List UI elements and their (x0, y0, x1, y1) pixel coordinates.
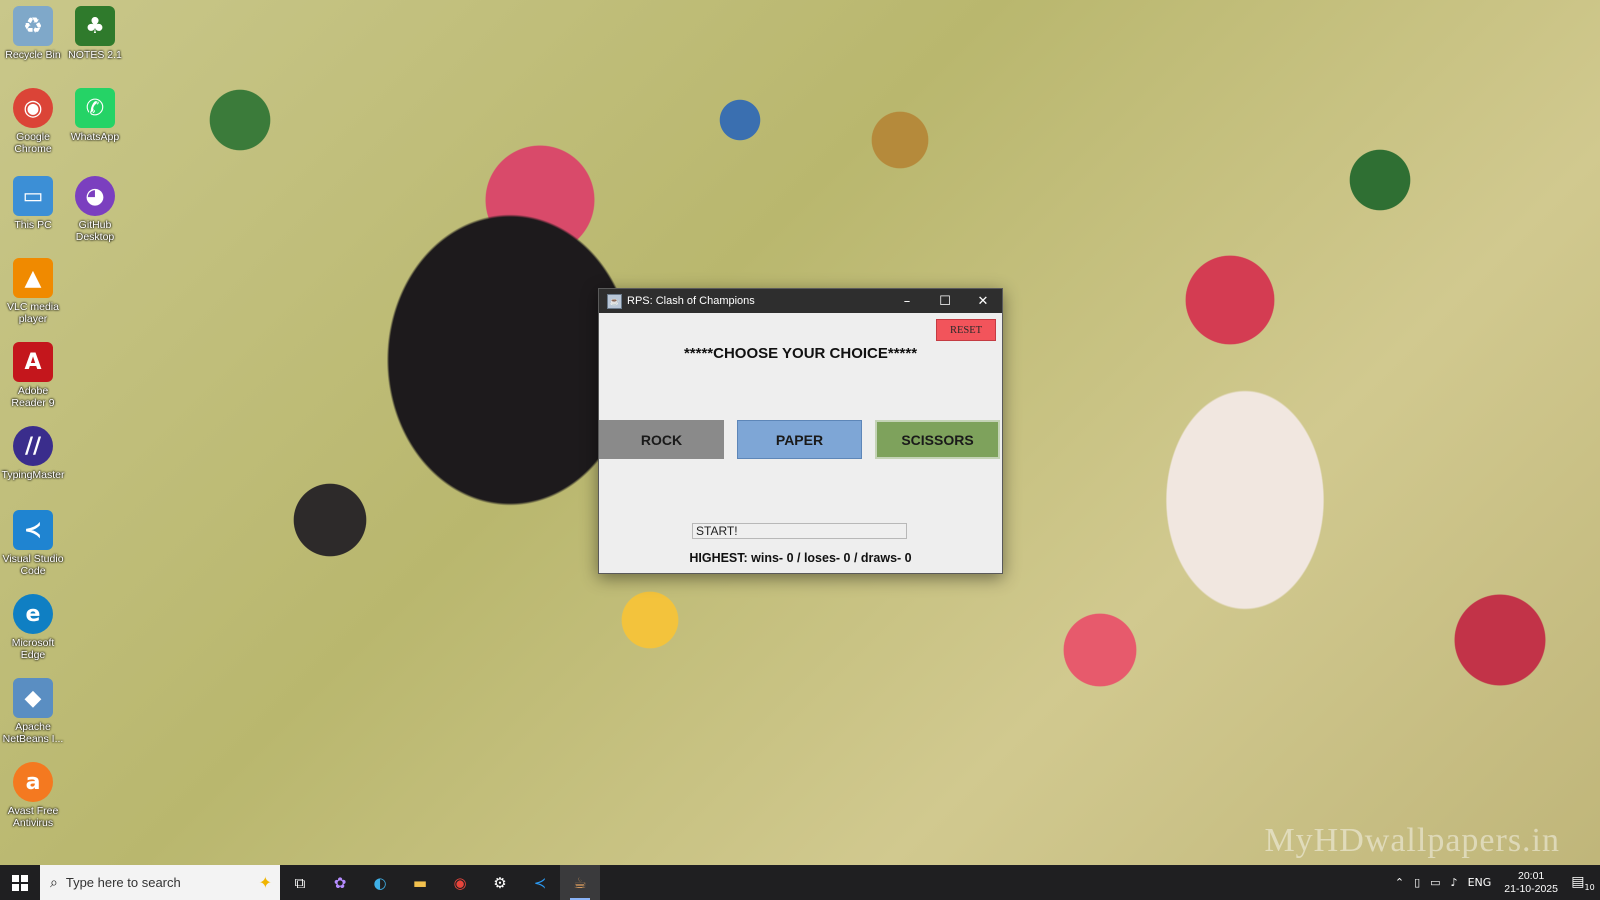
start-button[interactable] (0, 865, 40, 900)
status-field: START! (692, 523, 907, 539)
typingmaster-icon: // (13, 426, 53, 466)
task-view-icon[interactable]: ⧉ (280, 865, 320, 900)
minimize-button[interactable]: – (888, 289, 926, 313)
desktop-icon-label: WhatsApp (70, 131, 120, 143)
vlc-icon: ▲ (13, 258, 53, 298)
desktop-icon-label: VLC media player (7, 301, 59, 325)
network-icon[interactable]: ▭ (1425, 876, 1445, 889)
desktop-icon-label: GitHub Desktop (75, 219, 115, 243)
windows-logo-icon (12, 874, 28, 891)
edge-icon: e (13, 594, 53, 634)
vscode-icon: ≺ (13, 510, 53, 550)
volume-icon[interactable]: ♪ (1446, 876, 1463, 889)
chevron-up-icon[interactable]: ⌃ (1390, 876, 1409, 889)
language-indicator[interactable]: ENG (1463, 876, 1497, 889)
clock[interactable]: 20:01 21-10-2025 (1496, 870, 1566, 896)
search-placeholder: Type here to search (65, 875, 181, 890)
tree-icon: ♣ (75, 6, 115, 46)
desktop-icon-typingmaster[interactable]: // TypingMaster (0, 426, 66, 481)
java-app-icon[interactable]: ☕ (560, 865, 600, 900)
desktop-icon-label: Avast Free Antivirus (7, 805, 59, 829)
avast-icon: a (13, 762, 53, 802)
close-button[interactable]: ✕ (964, 289, 1002, 313)
desktop-icon-label: Apache NetBeans I... (2, 721, 64, 745)
choose-heading: *****CHOOSE YOUR CHOICE***** (683, 345, 918, 362)
reset-button[interactable]: RESET (936, 319, 996, 341)
computer-icon: ▭ (13, 176, 53, 216)
desktop-icon-vlc[interactable]: ▲ VLC media player (0, 258, 66, 325)
device-icon[interactable]: ▯ (1409, 876, 1425, 889)
netbeans-icon: ◆ (13, 678, 53, 718)
desktop-icon-label: TypingMaster (1, 469, 65, 481)
desktop-icon-label: Visual Studio Code (2, 553, 64, 577)
desktop-icon-avast[interactable]: a Avast Free Antivirus (0, 762, 66, 829)
whatsapp-icon: ✆ (75, 88, 115, 128)
recycle-bin-icon: ♻ (13, 6, 53, 46)
chrome-icon[interactable]: ◉ (440, 865, 480, 900)
copilot-icon[interactable]: ✿ (320, 865, 360, 900)
rps-window: ☕ RPS: Clash of Champions – ☐ ✕ RESET **… (598, 288, 1003, 574)
desktop-icon-notes[interactable]: ♣ NOTES 2.1 (62, 6, 128, 61)
sparkle-icon: ✦ (258, 873, 272, 892)
scissors-button[interactable]: SCISSORS (875, 420, 1000, 459)
java-app-icon: ☕ (607, 293, 622, 309)
desktop-icon-chrome[interactable]: ◉ Google Chrome (0, 88, 66, 155)
window-titlebar[interactable]: ☕ RPS: Clash of Champions – ☐ ✕ (599, 289, 1002, 313)
desktop-icon-recycle-bin[interactable]: ♻ Recycle Bin (0, 6, 66, 61)
taskbar-search[interactable]: ⌕ Type here to search ✦ (40, 865, 280, 900)
chrome-icon: ◉ (13, 88, 53, 128)
clock-date: 21-10-2025 (1504, 882, 1558, 895)
highest-score-label: HIGHEST: wins- 0 / loses- 0 / draws- 0 (689, 551, 912, 565)
adobe-reader-icon: A (13, 342, 53, 382)
desktop-icon-label: Adobe Reader 9 (11, 385, 55, 409)
desktop-icon-netbeans[interactable]: ◆ Apache NetBeans I... (0, 678, 66, 745)
desktop-icon-vscode[interactable]: ≺ Visual Studio Code (0, 510, 66, 577)
desktop-icon-label: This PC (14, 219, 52, 231)
window-content: RESET *****CHOOSE YOUR CHOICE***** ROCK … (599, 313, 1002, 573)
desktop-icon-github[interactable]: ◕ GitHub Desktop (62, 176, 128, 243)
taskbar: ⌕ Type here to search ✦ ⧉ ✿ ◐ ▬ ◉ ⚙ ≺ ☕ … (0, 865, 1600, 900)
desktop-icon-this-pc[interactable]: ▭ This PC (0, 176, 66, 231)
maximize-button[interactable]: ☐ (926, 289, 964, 313)
rock-button[interactable]: ROCK (599, 420, 724, 459)
notification-center[interactable]: ▤10 (1566, 874, 1600, 892)
window-title: RPS: Clash of Champions (627, 295, 755, 307)
desktop-icons: ♻ Recycle Bin ♣ NOTES 2.1 ◉ Google Chrom… (0, 0, 130, 850)
edge-icon[interactable]: ◐ (360, 865, 400, 900)
github-icon: ◕ (75, 176, 115, 216)
paper-button[interactable]: PAPER (737, 420, 862, 459)
notification-count: 10 (1584, 882, 1595, 892)
window-controls: – ☐ ✕ (888, 289, 1002, 313)
desktop-icon-label: Microsoft Edge (11, 637, 55, 661)
desktop-icon-label: Recycle Bin (5, 49, 61, 61)
settings-icon[interactable]: ⚙ (480, 865, 520, 900)
notification-icon: ▤ (1571, 873, 1585, 890)
desktop-icon-label: NOTES 2.1 (68, 49, 122, 61)
system-tray: ⌃ ▯ ▭ ♪ ENG 20:01 21-10-2025 ▤10 (1390, 865, 1600, 900)
search-icon: ⌕ (50, 874, 58, 891)
file-explorer-icon[interactable]: ▬ (400, 865, 440, 900)
desktop-icon-whatsapp[interactable]: ✆ WhatsApp (62, 88, 128, 143)
clock-time: 20:01 (1518, 869, 1545, 882)
desktop-icon-edge[interactable]: e Microsoft Edge (0, 594, 66, 661)
desktop-icon-label: Google Chrome (14, 131, 52, 155)
vscode-icon[interactable]: ≺ (520, 865, 560, 900)
wallpaper-watermark: MyHDwallpapers.in (1264, 822, 1560, 859)
desktop-icon-adobe-reader[interactable]: A Adobe Reader 9 (0, 342, 66, 409)
